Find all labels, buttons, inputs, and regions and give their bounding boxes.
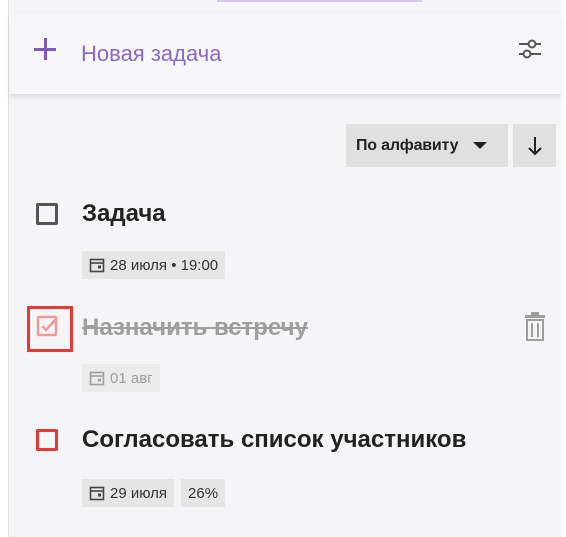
task-checkbox[interactable] — [36, 203, 58, 225]
panel-left-edge — [0, 0, 9, 537]
trash-icon[interactable] — [524, 312, 546, 342]
new-task-label[interactable]: Новая задача — [81, 41, 221, 67]
task-title[interactable]: Назначить встречу — [82, 314, 308, 342]
due-date-chip: 28 июля • 19:00 — [82, 251, 226, 279]
checked-checkbox-icon — [36, 315, 58, 337]
sort-select-label: По алфавиту — [356, 136, 459, 154]
sort-direction-button[interactable] — [513, 124, 556, 167]
calendar-icon — [89, 486, 105, 501]
top-accent-line — [217, 0, 422, 2]
due-date-text: 01 авг — [110, 369, 153, 387]
task-checkbox[interactable] — [36, 429, 58, 451]
progress-chip: 26% — [181, 479, 226, 507]
panel-right-edge — [561, 0, 566, 537]
sort-select[interactable]: По алфавиту — [346, 124, 508, 167]
plus-icon[interactable] — [34, 38, 56, 60]
new-task-bar[interactable]: Новая задача — [9, 14, 561, 94]
task-chips: 01 авг — [82, 364, 160, 392]
progress-text: 26% — [188, 484, 219, 502]
tasks-panel: Новая задача По алфавиту Задача 28 июля … — [0, 0, 566, 537]
due-date-chip: 01 авг — [82, 364, 160, 392]
sort-controls: По алфавиту — [346, 124, 556, 167]
task-checkbox-checked[interactable] — [36, 315, 60, 344]
task-title[interactable]: Задача — [82, 200, 166, 228]
arrow-down-icon — [527, 136, 542, 155]
due-date-chip: 29 июля — [82, 479, 175, 507]
task-chips: 28 июля • 19:00 — [82, 251, 226, 279]
due-date-text: 29 июля — [110, 484, 168, 502]
calendar-icon — [89, 371, 105, 386]
task-title[interactable]: Согласовать список участников — [82, 426, 466, 454]
filter-settings-icon[interactable] — [517, 36, 543, 62]
task-chips: 29 июля 26% — [82, 479, 226, 507]
caret-down-icon — [473, 142, 488, 149]
calendar-icon — [89, 258, 105, 273]
due-date-text: 28 июля • 19:00 — [110, 256, 219, 274]
